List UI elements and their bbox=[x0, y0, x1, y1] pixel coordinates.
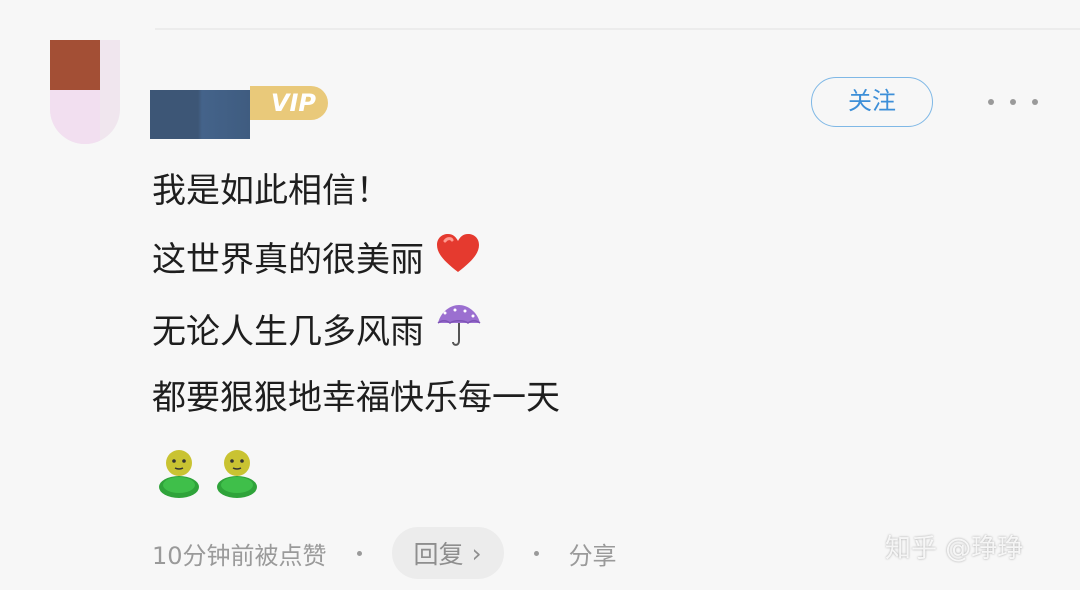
comment-card: VIP 关注 我是如此相信！ 这世界真的很美丽 无论人生几多风雨 都要狠狠地幸福… bbox=[0, 0, 1080, 590]
separator-dot bbox=[533, 550, 539, 556]
chevron-right-icon: › bbox=[471, 538, 482, 568]
watermark: 知乎 @琤琤 bbox=[885, 534, 1024, 564]
avatar[interactable] bbox=[50, 40, 120, 144]
comment-text: 我是如此相信！ 这世界真的很美丽 无论人生几多风雨 都要狠狠地幸福快乐每一天 bbox=[152, 163, 852, 439]
more-dot bbox=[988, 99, 994, 105]
vip-badge: VIP bbox=[250, 86, 328, 120]
green-figure-icon bbox=[155, 447, 203, 499]
username-redacted[interactable] bbox=[150, 90, 250, 139]
timestamp: 10分钟前被点赞 bbox=[152, 541, 327, 570]
reply-label: 回复 bbox=[413, 540, 464, 569]
divider bbox=[155, 28, 1080, 30]
share-button[interactable]: 分享 bbox=[569, 536, 617, 571]
umbrella-rain-icon bbox=[435, 301, 483, 366]
avatar-top bbox=[50, 40, 100, 90]
comment-line: 我是如此相信！ bbox=[152, 171, 390, 211]
green-figure-icon bbox=[213, 447, 261, 499]
comment-line: 都要狠狠地幸福快乐每一天 bbox=[152, 378, 560, 418]
follow-button[interactable]: 关注 bbox=[811, 77, 933, 127]
comment-line: 无论人生几多风雨 bbox=[152, 301, 852, 370]
more-dot bbox=[1010, 99, 1016, 105]
separator-dot bbox=[356, 550, 362, 556]
reaction-emoji-row bbox=[155, 447, 261, 499]
comment-meta: 10分钟前被点赞 回复 › 分享 bbox=[152, 527, 617, 579]
red-heart-icon bbox=[435, 232, 481, 291]
more-dot bbox=[1032, 99, 1038, 105]
comment-line: 这世界真的很美丽 bbox=[152, 232, 852, 301]
more-options-icon[interactable] bbox=[988, 86, 1038, 118]
reply-button[interactable]: 回复 › bbox=[391, 527, 504, 579]
avatar-bottom bbox=[50, 90, 100, 144]
